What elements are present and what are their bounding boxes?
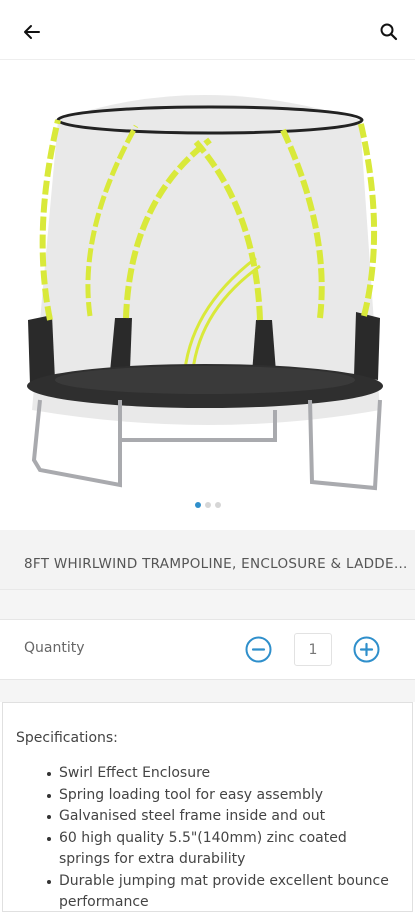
back-button[interactable] [18, 18, 46, 46]
decrease-quantity-button[interactable] [245, 636, 272, 663]
spec-item: 60 high quality 5.5"(140mm) zinc coated … [47, 828, 399, 871]
section-divider [0, 530, 415, 542]
quantity-label: Quantity [24, 640, 85, 656]
spec-item: Durable jumping mat provide excellent bo… [47, 871, 399, 914]
section-divider [0, 680, 415, 702]
top-bar [0, 0, 415, 60]
spec-item: Swirl Effect Enclosure [47, 763, 399, 785]
quantity-input[interactable]: 1 [294, 633, 332, 666]
search-button[interactable] [375, 18, 403, 46]
specifications-card: Specifications: Swirl Effect Enclosure S… [2, 702, 413, 912]
product-title: 8FT WHIRLWIND TRAMPOLINE, ENCLOSURE & LA… [24, 556, 414, 572]
pagination-dot[interactable] [204, 502, 211, 508]
product-image-gallery[interactable] [0, 60, 415, 530]
specifications-list: Swirl Effect Enclosure Spring loading to… [47, 763, 399, 914]
pagination-dot[interactable] [214, 502, 221, 508]
pagination-dot-active[interactable] [194, 502, 201, 508]
specifications-heading: Specifications: [16, 730, 118, 746]
increase-quantity-button[interactable] [353, 636, 380, 663]
product-image [27, 95, 383, 491]
product-title-row: 8FT WHIRLWIND TRAMPOLINE, ENCLOSURE & LA… [0, 542, 415, 590]
spec-item: Spring loading tool for easy assembly [47, 785, 399, 807]
search-icon [380, 23, 398, 41]
arrow-left-icon [24, 25, 40, 39]
spec-item: Galvanised steel frame inside and out [47, 806, 399, 828]
quantity-row: Quantity 1 [0, 620, 415, 680]
gallery-pagination [0, 502, 415, 512]
section-divider [0, 590, 415, 620]
